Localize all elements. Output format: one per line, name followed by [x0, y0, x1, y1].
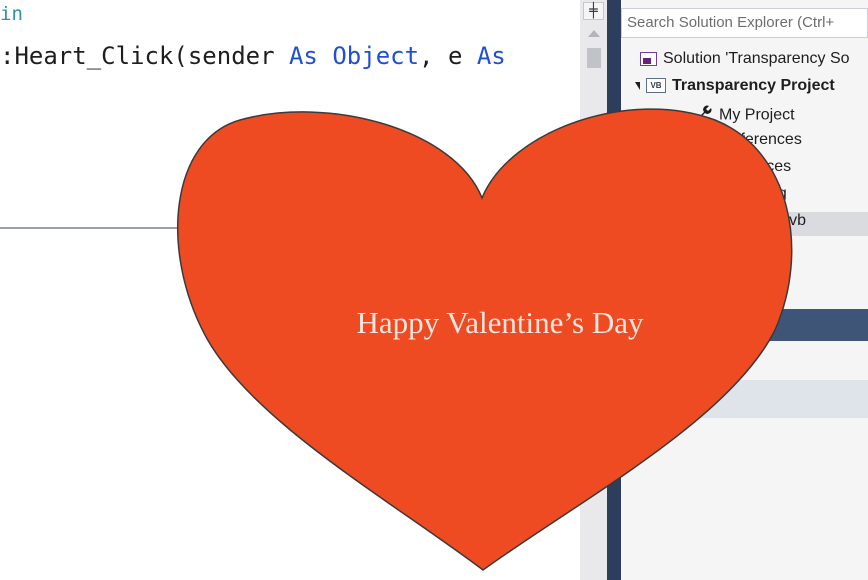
- heart-shape[interactable]: [0, 0, 868, 580]
- valentine-message: Happy Valentine’s Day: [356, 305, 644, 340]
